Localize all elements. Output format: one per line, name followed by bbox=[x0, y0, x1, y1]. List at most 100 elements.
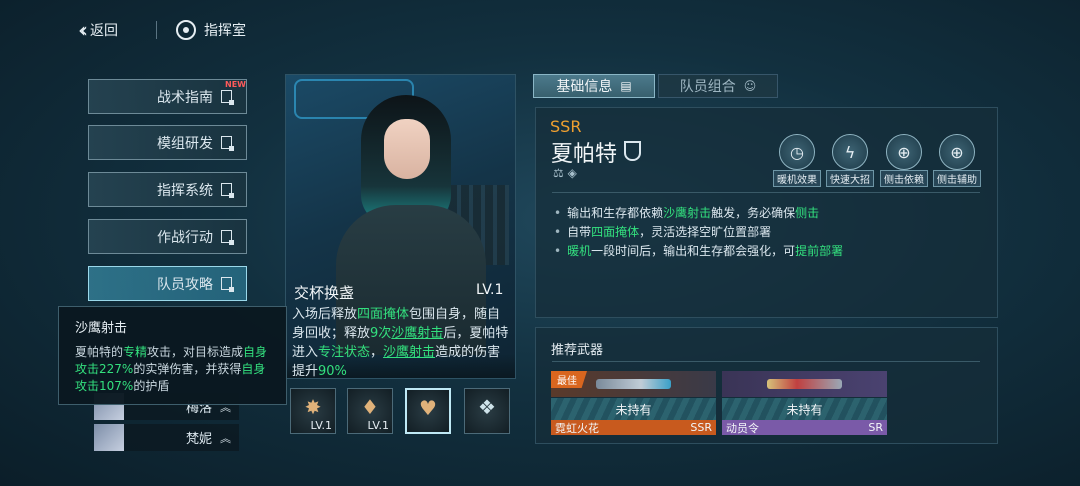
weapon-art bbox=[722, 371, 887, 397]
weapons-title: 推荐武器 bbox=[551, 343, 604, 358]
tooltip-body: 夏帕特的专精攻击，对目标造成自身攻击227%的实弹伤害，并获得自身攻击107%的… bbox=[75, 344, 270, 395]
trait-tag-warmup[interactable]: ◷ 暖机效果 bbox=[773, 134, 821, 187]
text-segment: 触发，务必确保 bbox=[711, 206, 796, 220]
back-label: 返回 bbox=[90, 23, 118, 39]
bullet-dot: • bbox=[554, 225, 562, 239]
group-icon: ☺ bbox=[743, 79, 757, 93]
text-segment: 输出和生存都依赖 bbox=[567, 206, 664, 220]
highlight-text: 专注状态 bbox=[318, 345, 371, 360]
skill-slot-level: LV.1 bbox=[310, 419, 332, 432]
class-shield-icon bbox=[624, 141, 641, 161]
weapon-rarity: SSR bbox=[690, 421, 712, 434]
crosshair-left-icon: ⊕ bbox=[886, 134, 922, 170]
document-icon bbox=[221, 230, 234, 245]
skill-slot-level: LV.1 bbox=[367, 419, 389, 432]
tab-basic-info[interactable]: 基础信息 ▤ bbox=[533, 74, 655, 98]
tip-text: 输出和生存都依赖沙鹰射击触发，务必确保侧击 bbox=[567, 204, 819, 223]
command-room-breadcrumb: 指挥室 bbox=[176, 18, 246, 42]
weapon-footer: 动员令 SR bbox=[722, 420, 887, 435]
text-segment: ， bbox=[370, 345, 384, 360]
highlight-text: 沙鹰射击 bbox=[383, 345, 436, 360]
highlight-text: 暖机 bbox=[567, 244, 592, 258]
document-icon bbox=[221, 183, 234, 198]
document-icon bbox=[221, 277, 234, 292]
weapon-card-neon-spark[interactable]: 最佳 未持有 霓虹火花 SSR bbox=[551, 371, 716, 435]
trait-label: 暖机效果 bbox=[773, 170, 821, 187]
skill-slot-3[interactable]: ♥ bbox=[405, 388, 451, 434]
flame-icon: ♦ bbox=[361, 395, 379, 419]
back-button[interactable]: ‹‹ 返回 bbox=[78, 18, 118, 42]
text-segment: 入场后释放 bbox=[292, 307, 358, 322]
weapon-rarity: SR bbox=[868, 421, 883, 434]
trait-label: 快速大招 bbox=[826, 170, 874, 187]
command-room-label: 指挥室 bbox=[204, 23, 246, 39]
tip-text: 自带四面掩体，灵活选择空旷位置部署 bbox=[567, 223, 771, 242]
menu-item-label: 指挥系统 bbox=[157, 182, 213, 199]
tab-label: 队员组合 bbox=[679, 79, 736, 95]
trait-tag-flank-reliant[interactable]: ⊕ 侧击依赖 bbox=[880, 134, 928, 187]
cube-icon: ❖ bbox=[478, 395, 496, 419]
trait-label: 侧击辅助 bbox=[933, 170, 981, 187]
document-icon: ▤ bbox=[620, 79, 632, 93]
weapon-name: 动员令 bbox=[726, 421, 759, 435]
faction-icons: ⚖ ◈ bbox=[553, 166, 577, 180]
highlight-text: 9次 bbox=[370, 326, 392, 341]
crosshair-plus-icon: ⊕ bbox=[939, 134, 975, 170]
chevron-left-icon: ‹‹ bbox=[78, 18, 88, 42]
rarity-label: SSR bbox=[550, 117, 582, 136]
divider bbox=[552, 361, 980, 362]
highlight-text: 沙鹰射击 bbox=[391, 326, 444, 341]
text-segment: 的护盾 bbox=[133, 379, 170, 393]
document-icon bbox=[221, 136, 234, 151]
highlight-text: 沙鹰射击 bbox=[663, 206, 712, 220]
menu-item-combat-operations[interactable]: 作战行动 bbox=[88, 219, 247, 254]
avatar bbox=[94, 424, 124, 451]
roster-item[interactable]: 梵妮 ︽ bbox=[94, 424, 239, 451]
weapon-name: 霓虹火花 bbox=[555, 421, 599, 435]
highlight-text: 四面掩体 bbox=[357, 307, 410, 322]
text-segment: ，灵活选择空旷位置部署 bbox=[639, 225, 772, 239]
trait-tag-flank-support[interactable]: ⊕ 侧击辅助 bbox=[933, 134, 981, 187]
skill-slot-2[interactable]: ♦ LV.1 bbox=[347, 388, 393, 434]
highlight-text: 专精 bbox=[123, 345, 148, 359]
skill-tooltip: 沙鹰射击 夏帕特的专精攻击，对目标造成自身攻击227%的实弹伤害，并获得自身攻击… bbox=[58, 306, 287, 405]
highlight-text: 90% bbox=[318, 364, 347, 379]
skill-slot-4[interactable]: ❖ bbox=[464, 388, 510, 434]
ownership-status: 未持有 bbox=[551, 398, 716, 420]
bullet-dot: • bbox=[554, 244, 562, 258]
burst-icon: ✸ bbox=[304, 395, 322, 419]
menu-item-tactics-guide[interactable]: 战术指南 bbox=[88, 79, 247, 114]
divider bbox=[552, 192, 980, 193]
weapon-card-mobilization[interactable]: 未持有 动员令 SR bbox=[722, 371, 887, 435]
trait-tag-fast-ult[interactable]: ϟ 快速大招 bbox=[826, 134, 874, 187]
skill-description: 入场后释放四面掩体包围自身，随自身回收；释放9次沙鹰射击后，夏帕特进入专注状态，… bbox=[292, 305, 512, 381]
tab-team-combo[interactable]: 队员组合 ☺ bbox=[658, 74, 778, 98]
skill-level: LV.1 bbox=[476, 282, 504, 298]
topbar-divider bbox=[156, 21, 157, 39]
menu-item-module-research[interactable]: 模组研发 bbox=[88, 125, 247, 160]
best-badge: 最佳 bbox=[551, 371, 587, 388]
roster-name: 梵妮 bbox=[185, 432, 212, 447]
tip-text: 暖机一段时间后，输出和生存都会强化，可提前部署 bbox=[567, 242, 843, 261]
skill-slot-1[interactable]: ✸ LV.1 bbox=[290, 388, 336, 434]
tooltip-title: 沙鹰射击 bbox=[75, 321, 128, 336]
menu-item-command-system[interactable]: 指挥系统 bbox=[88, 172, 247, 207]
menu-item-label: 队员攻略 bbox=[157, 276, 213, 293]
lightning-icon: ϟ bbox=[832, 134, 868, 170]
skill-name: 交杯换盏 bbox=[294, 284, 355, 302]
heart-shield-icon: ♥ bbox=[419, 396, 437, 420]
menu-item-member-guide[interactable]: 队员攻略 bbox=[88, 266, 247, 301]
ownership-status: 未持有 bbox=[722, 398, 887, 420]
trait-label: 侧击依赖 bbox=[880, 170, 928, 187]
weapon-footer: 霓虹火花 SSR bbox=[551, 420, 716, 435]
tip-bullet: • 暖机一段时间后，输出和生存都会强化，可提前部署 bbox=[554, 242, 843, 261]
document-icon bbox=[221, 90, 234, 105]
text-segment: 夏帕特的 bbox=[75, 345, 124, 359]
highlight-text: 侧击 bbox=[795, 206, 820, 220]
text-segment: 攻击，对目标造成 bbox=[147, 345, 244, 359]
character-name: 夏帕特 bbox=[551, 142, 618, 167]
text-segment: 一段时间后，输出和生存都会强化，可 bbox=[591, 244, 796, 258]
text-segment: 自带 bbox=[567, 225, 592, 239]
menu-item-label: 战术指南 bbox=[157, 89, 213, 106]
tip-bullet: • 自带四面掩体，灵活选择空旷位置部署 bbox=[554, 223, 843, 242]
